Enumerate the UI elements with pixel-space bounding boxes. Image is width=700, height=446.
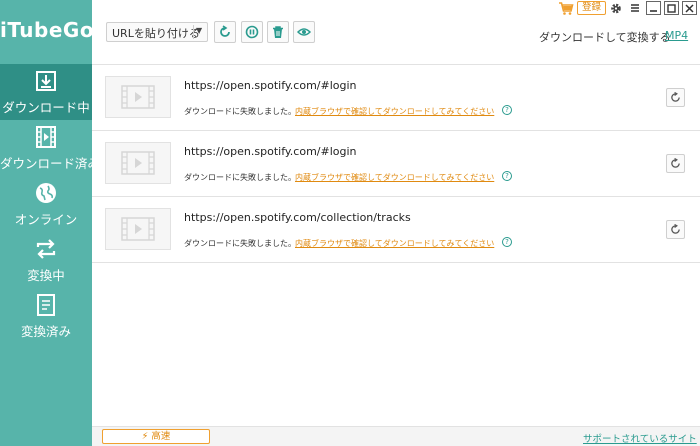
document-icon [37, 294, 55, 316]
eye-icon [297, 28, 311, 36]
video-thumbnail [105, 142, 171, 184]
maximize-button[interactable] [664, 1, 679, 15]
list-item: https://open.spotify.com/collection/trac… [92, 197, 700, 263]
app-logo: iTubeGo [0, 18, 95, 42]
film-icon [36, 126, 56, 148]
paste-url-label: URLを貼り付ける [112, 27, 200, 40]
sidebar-item-online[interactable]: オンライン [0, 176, 92, 232]
help-icon[interactable]: ? [502, 171, 512, 181]
sidebar-item-label: オンライン [14, 212, 78, 227]
minimize-icon [650, 9, 657, 12]
divider [193, 25, 194, 39]
video-placeholder-icon [121, 217, 155, 241]
sidebar-item-label: 変換済み [20, 324, 71, 339]
help-icon[interactable]: ? [502, 237, 512, 247]
delete-button[interactable] [267, 21, 289, 43]
convert-icon [36, 239, 56, 259]
convert-label: ダウンロードして変換する [539, 31, 671, 44]
speed-button[interactable]: ⚡ 高速 [102, 429, 210, 444]
open-in-browser-link[interactable]: 内蔵ブラウザで確認してダウンロードしてみてください [295, 172, 494, 183]
status-bar: ⚡ 高速 サポートされているサイト [92, 426, 700, 446]
retry-button[interactable] [666, 220, 685, 239]
video-thumbnail [105, 76, 171, 118]
paste-url-button[interactable]: URLを貼り付ける ▼ [106, 22, 208, 42]
download-status: ダウンロードに失敗しました。 [184, 107, 296, 116]
open-in-browser-link[interactable]: 内蔵ブラウザで確認してダウンロードしてみてください [295, 106, 494, 117]
sidebar-item-converted[interactable]: 変換済み [0, 288, 92, 344]
open-in-browser-link[interactable]: 内蔵ブラウザで確認してダウンロードしてみてください [295, 238, 494, 249]
video-placeholder-icon [121, 151, 155, 175]
sidebar: iTubeGo ダウンロード中 ダウンロード済み オンライン 変換中 変換済み [0, 0, 95, 446]
close-button[interactable] [682, 1, 697, 15]
maximize-icon [667, 3, 676, 13]
speed-label: 高速 [151, 431, 171, 442]
lightning-icon: ⚡ [141, 431, 149, 442]
list-item: https://open.spotify.com/#login ダウンロードに失… [92, 65, 700, 131]
sidebar-item-label: ダウンロード中 [2, 100, 90, 115]
sidebar-item-downloading[interactable]: ダウンロード中 [0, 64, 92, 120]
close-icon [685, 3, 694, 13]
refresh-button[interactable] [214, 21, 236, 43]
globe-icon [36, 183, 56, 203]
retry-icon [671, 158, 680, 168]
help-icon[interactable]: ? [502, 105, 512, 115]
retry-icon [671, 92, 680, 102]
retry-button[interactable] [666, 88, 685, 107]
pause-icon [245, 25, 259, 39]
retry-button[interactable] [666, 154, 685, 173]
retry-icon [671, 224, 680, 234]
sidebar-item-downloaded[interactable]: ダウンロード済み [0, 120, 92, 176]
preview-button[interactable] [293, 21, 315, 43]
menu-button[interactable] [627, 1, 642, 15]
convert-format-link[interactable]: MP4 [665, 29, 688, 42]
video-placeholder-icon [121, 85, 155, 109]
cart-icon[interactable] [558, 1, 574, 16]
download-url: https://open.spotify.com/collection/trac… [184, 211, 411, 224]
register-button[interactable]: 登録 [577, 1, 606, 15]
download-url: https://open.spotify.com/#login [184, 79, 357, 92]
list-item: https://open.spotify.com/#login ダウンロードに失… [92, 131, 700, 197]
download-status: ダウンロードに失敗しました。 [184, 239, 296, 248]
toolbar: URLを貼り付ける ▼ ダウンロードして変換する MP4 登録 [92, 0, 700, 64]
sidebar-item-converting[interactable]: 変換中 [0, 232, 92, 288]
menu-icon [630, 4, 639, 12]
video-thumbnail [105, 208, 171, 250]
sidebar-item-label: 変換中 [27, 268, 65, 283]
gear-icon[interactable] [610, 1, 622, 16]
download-url: https://open.spotify.com/#login [184, 145, 357, 158]
minimize-button[interactable] [646, 1, 661, 15]
trash-icon [273, 26, 283, 38]
pause-button[interactable] [241, 21, 263, 43]
download-list: https://open.spotify.com/#login ダウンロードに失… [92, 64, 700, 426]
sidebar-item-label: ダウンロード済み [0, 156, 92, 171]
download-icon [36, 71, 56, 91]
refresh-icon [220, 25, 230, 37]
download-status: ダウンロードに失敗しました。 [184, 173, 296, 182]
chevron-down-icon[interactable]: ▼ [196, 26, 202, 35]
supported-sites-link[interactable]: サポートされているサイト [583, 431, 697, 445]
